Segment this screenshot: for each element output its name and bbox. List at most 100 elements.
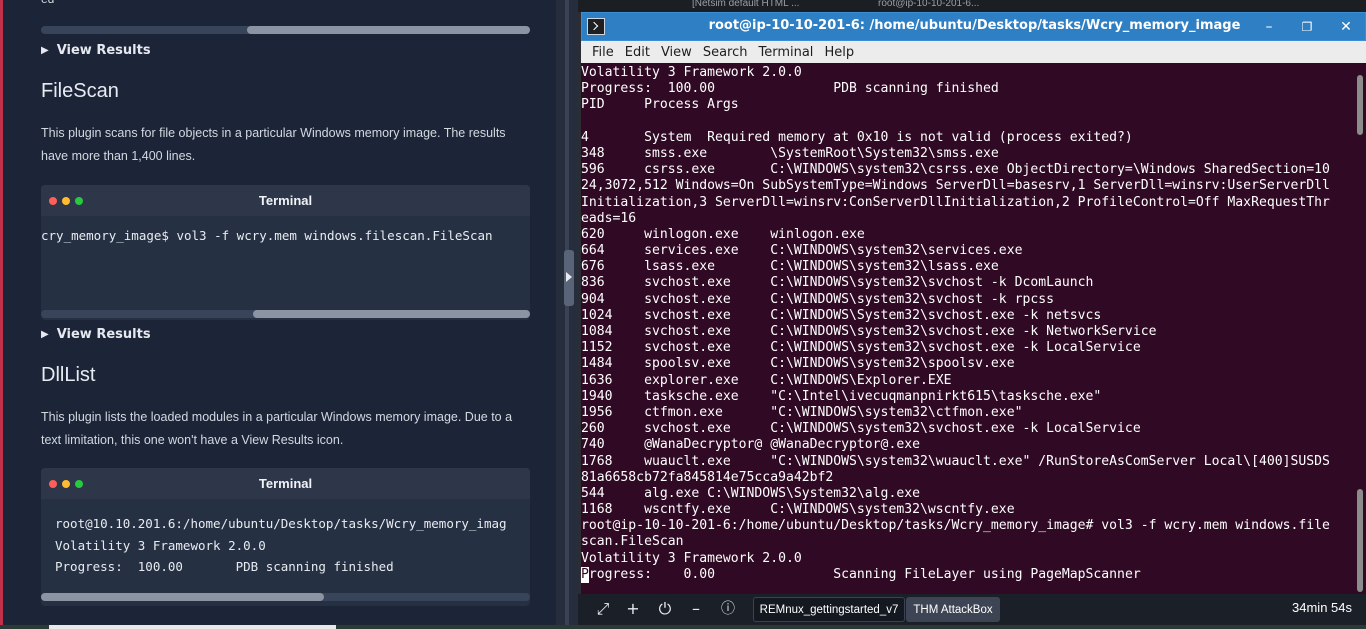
task-accent-bar (0, 0, 3, 629)
disclosure-triangle-icon: ▶ (41, 45, 49, 56)
disclosure-triangle-icon: ▶ (41, 329, 49, 340)
view-results-toggle[interactable]: ▶ View Results (41, 327, 151, 342)
taskbar-tab[interactable]: root@ip-10-10-201-6... (878, 0, 1018, 10)
terminal-line: Volatility 3 Framework 2.0.0 (581, 65, 802, 80)
terminal-line: scan.FileScan (581, 534, 684, 550)
view-results-label: View Results (56, 43, 151, 58)
vm-desktop: [Netsim default HTML ... root@ip-10-10-2… (578, 0, 1366, 629)
terminal-line: 676 lsass.exe C:\WINDOWS\system32\lsass.… (581, 259, 999, 275)
progress-text: rogress: 0.00 Scanning FileLayer using P… (588, 566, 1141, 582)
bottom-edge (0, 625, 1366, 629)
info-icon[interactable]: ⓘ (717, 598, 739, 620)
terminal-line: 1084 svchost.exe C:\WINDOWS\system32\svc… (581, 324, 1157, 339)
terminal-line: eads=16 (581, 210, 637, 226)
desktop-taskbar: [Netsim default HTML ... root@ip-10-10-2… (578, 0, 1366, 12)
red-dot-icon (49, 480, 57, 488)
terminal-line: 740 @WanaDecryptor@ @WanaDecryptor@.exe (581, 437, 920, 453)
filescan-terminal-block: Terminal cry_memory_image$ vol3 -f wcry.… (41, 185, 530, 320)
menu-bar: File Edit View Search Terminal Help (581, 41, 1366, 63)
menu-file[interactable]: File (588, 45, 621, 60)
menu-view[interactable]: View (657, 45, 699, 60)
terminal-line: Progress: 100.00 PDB scanning finished (55, 559, 394, 574)
code-horizontal-scrollbar[interactable] (41, 26, 530, 34)
terminal-line: 81a6658cb72fa845814e75cca9a42bf2 (581, 469, 834, 485)
window-title: root@ip-10-10-201-6: /home/ubuntu/Deskto… (708, 18, 1241, 33)
maximize-icon[interactable]: ❐ (1297, 17, 1317, 37)
menu-edit[interactable]: Edit (621, 45, 657, 60)
scrollbar-thumb[interactable] (253, 310, 530, 318)
splitter-handle[interactable] (564, 250, 574, 306)
yellow-dot-icon (62, 197, 70, 205)
terminal-command: cry_memory_image$ vol3 -f wcry.mem windo… (41, 228, 493, 243)
filescan-description: This plugin scans for file objects in a … (41, 126, 506, 163)
dlllist-heading: DllList (41, 364, 96, 386)
code-horizontal-scrollbar[interactable] (41, 310, 530, 318)
terminal-output: root@10.10.201.6:/home/ubuntu/Desktop/ta… (41, 499, 530, 578)
machine-toolbar: ⤢ + ⏻ – ⓘ REMnux_gettingstarted_v7 THM A… (578, 594, 1366, 625)
green-dot-icon (75, 197, 83, 205)
terminal-line: 1152 svchost.exe C:\WINDOWS\system32\svc… (581, 340, 1141, 356)
terminal-line: 1940 tasksche.exe "C:\Intel\ivecuqmanpni… (581, 388, 1102, 404)
menu-help[interactable]: Help (820, 45, 861, 60)
machine-tab-attackbox[interactable]: THM AttackBox (906, 597, 1000, 622)
close-icon[interactable]: ✕ (1336, 17, 1356, 37)
window-titlebar[interactable]: root@ip-10-10-201-6: /home/ubuntu/Deskto… (581, 12, 1366, 41)
terminal-header: Terminal (41, 185, 530, 216)
dlllist-description: This plugin lists the loaded modules in … (41, 410, 513, 447)
terminal-line: 24,3072,512 Windows=On SubSystemType=Win… (581, 178, 1330, 194)
scrollbar-thumb[interactable] (247, 26, 530, 34)
terminal-line: 1956 ctfmon.exe "C:\WINDOWS\system32\ctf… (581, 404, 1023, 420)
terminal-line: Initialization,3 ServerDll=winsrv:ConSer… (581, 194, 1330, 210)
terminal-line-current: Progress: 0.00 Scanning FileLayer using … (581, 566, 1353, 584)
bottom-edge-highlight (49, 625, 336, 629)
terminal-line: Progress: 100.00 PDB scanning finished (581, 81, 999, 97)
machine-tab-remnux[interactable]: REMnux_gettingstarted_v7 (753, 597, 905, 622)
terminal-title: Terminal (258, 193, 313, 208)
power-icon[interactable]: ⏻ (654, 598, 676, 620)
terminal-line: root@ip-10-10-201-6:/home/ubuntu/Desktop… (581, 518, 1330, 534)
scrollbar-thumb[interactable] (1357, 489, 1363, 592)
terminal-line: 1168 wscntfy.exe C:\WINDOWS\system32\wsc… (581, 502, 1015, 518)
window-dots (49, 197, 83, 205)
terminal-line: 904 svchost.exe C:\WINDOWS\system32\svch… (581, 291, 1054, 307)
minimize-panel-icon[interactable]: – (685, 598, 707, 620)
terminal-line: 620 winlogon.exe winlogon.exe (581, 226, 865, 242)
terminal-line: 1768 wuauclt.exe "C:\WINDOWS\system32\wu… (581, 453, 1330, 469)
terminal-line: Volatility 3 Framework 2.0.0 (581, 550, 802, 566)
menu-terminal[interactable]: Terminal (754, 45, 820, 60)
add-icon[interactable]: + (622, 598, 644, 620)
view-results-toggle[interactable]: ▶ View Results (41, 43, 151, 58)
previous-output-text: ed (41, 0, 54, 6)
window-dots (49, 480, 83, 488)
splitter-line (565, 0, 569, 629)
filescan-heading: FileScan (41, 80, 119, 102)
terminal-line: 4 System Required memory at 0x10 is not … (581, 129, 1133, 145)
terminal-line: 544 alg.exe C:\WINDOWS\System32\alg.exe (581, 485, 920, 501)
taskbar-tab[interactable]: [Netsim default HTML ... (692, 0, 842, 10)
terminal-line: Volatility 3 Framework 2.0.0 (55, 537, 266, 553)
fullscreen-icon[interactable]: ⤢ (592, 598, 614, 620)
terminal-title: Terminal (258, 476, 313, 491)
terminal-line: root@10.10.201.6:/home/ubuntu/Desktop/ta… (55, 516, 507, 531)
terminal-line: 1484 spoolsv.exe C:\WINDOWS\system32\spo… (581, 356, 1015, 372)
view-results-label: View Results (56, 327, 151, 342)
code-horizontal-scrollbar[interactable] (41, 593, 530, 601)
pane-splitter[interactable] (556, 0, 578, 629)
scrollbar-thumb-top[interactable] (1357, 75, 1363, 135)
menu-search[interactable]: Search (699, 45, 755, 60)
scrollbar-thumb[interactable] (41, 593, 324, 601)
red-dot-icon (49, 197, 57, 205)
terminal-scrollbar[interactable] (1354, 63, 1366, 594)
terminal-line: 260 svchost.exe C:\WINDOWS\system32\svch… (581, 421, 1141, 437)
terminal-output[interactable]: Volatility 3 Framework 2.0.0 Progress: 10… (581, 65, 1353, 592)
terminal-header: Terminal (41, 468, 530, 499)
terminal-line: 596 csrss.exe C:\WINDOWS\system32\csrss.… (581, 162, 1330, 178)
terminal-line: 348 smss.exe \SystemRoot\System32\smss.e… (581, 145, 999, 161)
terminal-line: 1636 explorer.exe C:\WINDOWS\Explorer.EX… (581, 372, 952, 388)
collapse-arrow-icon[interactable] (566, 272, 572, 282)
terminal-area[interactable]: Volatility 3 Framework 2.0.0 Progress: 10… (581, 63, 1366, 594)
minimize-icon[interactable]: – (1259, 17, 1279, 37)
dlllist-terminal-block: Terminal root@10.10.201.6:/home/ubuntu/D… (41, 468, 530, 606)
terminal-line: 1024 svchost.exe C:\WINDOWS\System32\svc… (581, 307, 1102, 323)
